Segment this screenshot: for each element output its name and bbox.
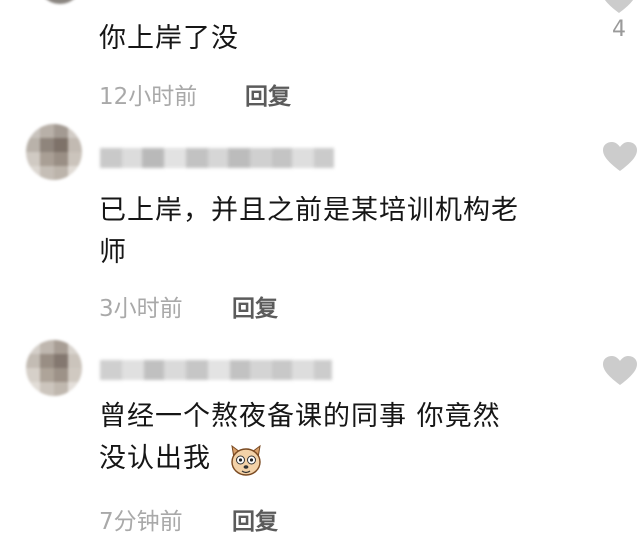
avatar[interactable] [38, 0, 82, 4]
username[interactable] [100, 360, 332, 380]
comment-text-line: 已上岸，并且之前是某培训机构老 [99, 195, 519, 226]
comment-timestamp: 12小时前 [99, 84, 198, 110]
comment-text-line: 师 [99, 237, 127, 268]
avatar[interactable] [26, 124, 82, 180]
comment-timestamp: 3小时前 [99, 296, 183, 322]
username[interactable] [100, 148, 334, 168]
comment-timestamp: 7分钟前 [99, 509, 183, 535]
heart-icon[interactable] [602, 0, 636, 14]
reply-button[interactable]: 回复 [245, 77, 291, 111]
comment-text: 你上岸了没 [99, 23, 239, 54]
avatar[interactable] [26, 340, 82, 396]
heart-icon[interactable] [603, 356, 637, 386]
reply-button[interactable]: 回复 [232, 502, 278, 536]
comment-text-line: 曾经一个熬夜备课的同事 你竟然 [99, 401, 501, 432]
reply-button[interactable]: 回复 [232, 289, 278, 323]
dog-face-emoji [231, 444, 261, 476]
comment-text-line: 没认出我 [99, 443, 211, 474]
like-count: 4 [612, 17, 626, 42]
heart-icon[interactable] [603, 142, 637, 172]
